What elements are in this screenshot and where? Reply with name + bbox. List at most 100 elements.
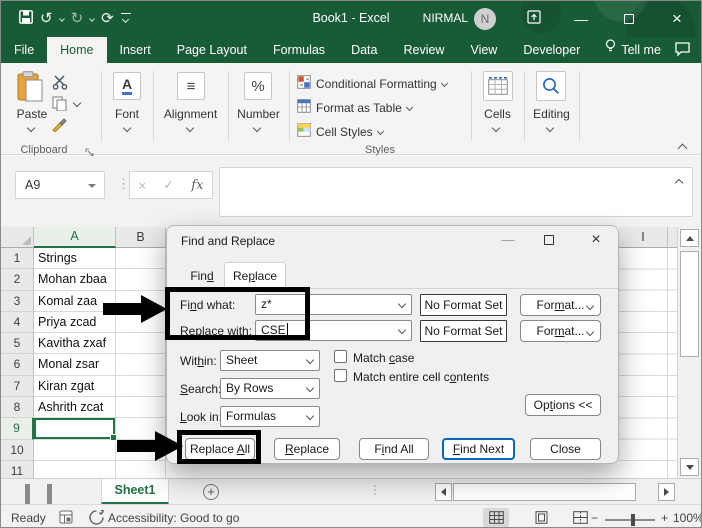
tab-file[interactable]: File	[1, 37, 47, 63]
macro-record-icon[interactable]	[59, 510, 73, 527]
cell-b8[interactable]	[116, 397, 166, 419]
paste-label[interactable]: Paste	[9, 107, 55, 121]
undo-icon[interactable]: ↺	[40, 8, 53, 30]
redo-dropdown-icon[interactable]	[89, 16, 95, 22]
cell-a11[interactable]	[34, 460, 116, 478]
undo-dropdown-icon[interactable]	[58, 16, 65, 22]
replace-with-dropdown-icon[interactable]	[397, 325, 407, 335]
tab-insert[interactable]: Insert	[107, 37, 164, 63]
options-button[interactable]: Options <<	[525, 394, 601, 416]
row-header[interactable]: 4	[1, 311, 34, 334]
cell-a2[interactable]: Mohan zbaa	[34, 269, 116, 291]
paste-icon[interactable]	[17, 71, 45, 106]
cancel-entry-icon[interactable]: ×	[139, 178, 147, 193]
tab-view[interactable]: View	[457, 37, 510, 63]
match-entire-label[interactable]: Match entire cell contents	[353, 370, 489, 384]
cell-styles-button[interactable]: Cell Styles	[297, 123, 384, 140]
cell-a8[interactable]: Ashrith zcat	[34, 397, 116, 419]
column-header-b[interactable]: B	[116, 227, 166, 248]
tab-page-layout[interactable]: Page Layout	[164, 37, 260, 63]
format-as-table-button[interactable]: Format as Table	[297, 99, 413, 116]
splitter-dots-icon[interactable]: ⋮	[369, 483, 381, 497]
replace-button[interactable]: Replace	[274, 438, 340, 460]
ribbon-display-options-button[interactable]	[524, 9, 544, 29]
font-group-label[interactable]: Font	[101, 107, 153, 121]
dialog-minimize-button[interactable]: —	[499, 231, 517, 249]
zoom-slider-track[interactable]	[605, 519, 655, 521]
within-select[interactable]: Sheet	[220, 350, 320, 371]
name-box[interactable]: A9	[15, 171, 105, 199]
editing-dropdown-icon[interactable]	[545, 123, 555, 133]
copy-dropdown-icon[interactable]	[72, 98, 82, 108]
match-case-label[interactable]: Match case	[353, 351, 414, 365]
alignment-group-label[interactable]: Alignment	[153, 107, 228, 121]
new-sheet-button[interactable]: +	[203, 484, 219, 500]
cell-b5[interactable]	[116, 333, 166, 355]
redo-icon[interactable]: ↻	[71, 8, 84, 30]
minimize-button[interactable]: —	[571, 9, 591, 29]
cell-b2[interactable]	[116, 269, 166, 291]
normal-view-button[interactable]	[483, 508, 509, 527]
cell-b6[interactable]	[116, 354, 166, 376]
column-header-i[interactable]: I	[619, 227, 668, 248]
cell-a5[interactable]: Kavitha zxaf	[34, 333, 116, 355]
maximize-button[interactable]	[619, 9, 639, 29]
look-in-dropdown-icon[interactable]	[305, 411, 315, 421]
cells-group-label[interactable]: Cells	[471, 107, 524, 121]
search-dropdown-icon[interactable]	[305, 383, 315, 393]
find-next-button[interactable]: Find Next	[442, 438, 515, 460]
horizontal-scrollbar-thumb[interactable]	[453, 483, 636, 501]
page-break-preview-button[interactable]	[567, 508, 593, 527]
row-header[interactable]: 5	[1, 333, 34, 355]
replace-format-button[interactable]: Format...	[520, 320, 601, 342]
tab-data[interactable]: Data	[338, 37, 390, 63]
scroll-up-button[interactable]	[680, 229, 699, 247]
row-header[interactable]: 7	[1, 375, 34, 398]
zoom-slider-thumb[interactable]	[631, 514, 635, 526]
collapse-ribbon-icon[interactable]	[677, 143, 688, 154]
conditional-formatting-button[interactable]: Conditional Formatting	[297, 75, 448, 92]
accessibility-icon[interactable]	[89, 509, 104, 527]
confirm-entry-icon[interactable]: ✓	[163, 177, 174, 193]
row-header[interactable]: 3	[1, 290, 34, 312]
comment-icon[interactable]	[674, 41, 691, 60]
tab-home[interactable]: Home	[47, 37, 107, 63]
sheet-tab-sheet1[interactable]: Sheet1	[101, 479, 169, 505]
tab-developer[interactable]: Developer	[510, 37, 593, 63]
formula-input[interactable]	[219, 167, 693, 217]
tab-formulas[interactable]: Formulas	[260, 37, 338, 63]
find-format-button[interactable]: Format...	[520, 294, 601, 316]
match-case-checkbox[interactable]	[334, 350, 347, 363]
match-entire-checkbox[interactable]	[334, 369, 347, 382]
copy-icon[interactable]	[52, 96, 67, 114]
number-icon[interactable]: %	[244, 72, 272, 100]
insert-function-icon[interactable]: fx	[191, 178, 203, 193]
font-dropdown-icon[interactable]	[122, 123, 132, 133]
vertical-scrollbar[interactable]	[677, 227, 701, 478]
find-what-dropdown-icon[interactable]	[397, 299, 407, 309]
name-box-dropdown-icon[interactable]	[88, 184, 96, 192]
cell-a6[interactable]: Monal zsar	[34, 354, 116, 376]
cells-dropdown-icon[interactable]	[491, 123, 501, 133]
close-dialog-button[interactable]: Close	[530, 438, 601, 460]
dialog-close-icon[interactable]: ×	[587, 231, 605, 249]
row-header[interactable]: 2	[1, 269, 34, 291]
user-name[interactable]: NIRMAL	[416, 11, 468, 25]
dialog-maximize-button[interactable]	[540, 231, 558, 249]
look-in-select[interactable]: Formulas	[220, 406, 320, 427]
tell-me-box[interactable]: Tell me	[593, 37, 673, 63]
page-layout-view-button[interactable]	[528, 508, 554, 527]
cell-b1[interactable]	[116, 248, 166, 270]
dialog-tab-find[interactable]: Find	[180, 264, 224, 288]
row-header[interactable]: 6	[1, 354, 34, 376]
scroll-left-button[interactable]	[435, 483, 452, 501]
collapse-formula-bar-icon[interactable]	[674, 178, 684, 188]
editing-icon[interactable]	[536, 71, 566, 101]
cell-b7[interactable]	[116, 375, 166, 398]
avatar[interactable]: N	[474, 8, 496, 30]
alignment-icon[interactable]: ≡	[177, 72, 205, 100]
alignment-dropdown-icon[interactable]	[185, 123, 195, 133]
cell-a10[interactable]	[34, 439, 116, 461]
number-group-label[interactable]: Number	[228, 107, 289, 121]
editing-group-label[interactable]: Editing	[524, 107, 579, 121]
